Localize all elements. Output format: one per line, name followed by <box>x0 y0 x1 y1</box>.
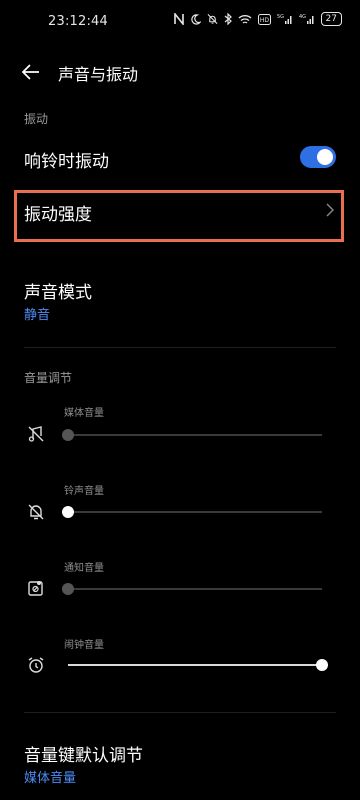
nfc-icon <box>173 12 184 26</box>
sound-mode-value: 静音 <box>24 308 51 323</box>
divider <box>24 712 336 713</box>
bell-off-icon <box>207 12 218 26</box>
signal-5g-icon: 5G <box>277 12 293 26</box>
status-icons: HD 5G 4G 27 <box>173 12 342 26</box>
section-label-vibration: 振动 <box>24 112 49 126</box>
alarm-clock-icon[interactable] <box>26 655 46 675</box>
toggle-knob <box>317 149 333 165</box>
hd-icon: HD <box>257 12 271 26</box>
slider-thumb[interactable] <box>62 429 74 441</box>
music-off-icon[interactable] <box>26 424 46 444</box>
slider-fill <box>68 664 322 666</box>
signal-4g-icon: 4G <box>299 12 315 26</box>
ring-vibrate-label: 响铃时振动 <box>24 152 109 172</box>
divider <box>24 347 336 348</box>
bell-off-icon[interactable] <box>26 502 46 522</box>
slider-thumb[interactable] <box>62 506 74 518</box>
volume-key-value: 媒体音量 <box>24 771 77 786</box>
status-time: 23:12:44 <box>48 14 108 29</box>
slider-thumb[interactable] <box>62 583 74 595</box>
alarm-volume-slider[interactable] <box>68 659 328 671</box>
notification-volume-label: 通知音量 <box>64 563 104 574</box>
page-title: 声音与振动 <box>58 65 139 84</box>
sound-mode-label: 声音模式 <box>24 283 92 303</box>
volume-key-label: 音量键默认调节 <box>24 746 143 766</box>
notification-off-icon[interactable] <box>26 578 46 598</box>
alarm-volume-label: 闹钟音量 <box>64 640 104 651</box>
back-button[interactable] <box>14 58 48 86</box>
ringtone-volume-slider[interactable] <box>62 506 322 518</box>
section-label-volume: 音量调节 <box>24 371 73 385</box>
bluetooth-icon <box>224 12 232 26</box>
wifi-icon <box>238 12 252 26</box>
chevron-right-icon <box>326 202 334 221</box>
notification-volume-slider[interactable] <box>62 583 322 595</box>
svg-text:4G: 4G <box>299 14 306 20</box>
svg-text:HD: HD <box>259 17 269 24</box>
media-volume-slider[interactable] <box>62 429 322 441</box>
ring-vibrate-toggle[interactable] <box>300 146 336 168</box>
battery-icon: 27 <box>320 12 342 26</box>
vibration-intensity-label: 振动强度 <box>24 205 92 225</box>
slider-thumb[interactable] <box>316 659 328 671</box>
svg-text:5G: 5G <box>277 14 284 20</box>
back-arrow-icon <box>22 64 39 80</box>
moon-icon <box>190 12 201 26</box>
media-volume-label: 媒体音量 <box>64 408 104 419</box>
ringtone-volume-label: 铃声音量 <box>64 486 104 497</box>
